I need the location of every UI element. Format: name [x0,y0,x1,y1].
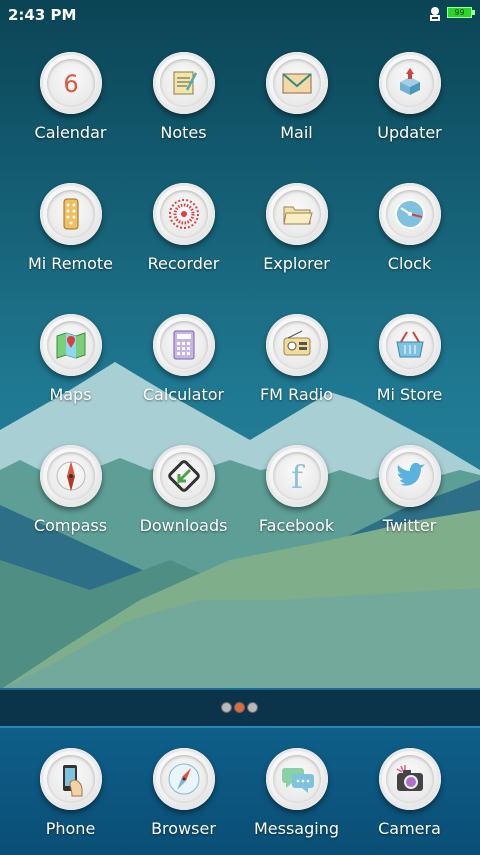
calendar-icon: 6 [39,52,102,114]
notes-icon [152,52,215,114]
battery-icon: 99 [447,7,475,18]
app-label: Clock [387,254,432,273]
app-calendar[interactable]: 6 Calendar [14,52,127,142]
svg-text:f: f [291,458,305,495]
app-label: Recorder [147,254,220,273]
app-label: FM Radio [259,385,334,404]
app-label: Mi Store [376,385,443,404]
app-label: Maps [49,385,92,404]
app-twitter[interactable]: Twitter [353,445,466,535]
page-dot[interactable] [247,702,258,713]
facebook-icon: f [265,445,328,507]
camera-icon [378,748,441,810]
folder-icon [265,183,328,245]
svg-text:6: 6 [63,70,78,98]
messaging-icon [265,748,328,810]
page-indicator-bar [0,688,480,726]
app-label: Twitter [382,516,437,535]
app-compass[interactable]: Compass [14,445,127,535]
app-fm-radio[interactable]: FM Radio [240,314,353,404]
clock-icon [378,183,441,245]
dock-app-browser[interactable]: Browser [127,748,240,838]
app-calculator[interactable]: Calculator [127,314,240,404]
updater-icon [378,52,441,114]
app-label: Notes [160,123,207,142]
battery-level: 99 [454,8,465,17]
status-time: 2:43 PM [8,6,77,24]
mail-icon [265,52,328,114]
app-mi-store[interactable]: Mi Store [353,314,466,404]
calculator-icon [152,314,215,376]
browser-icon [152,748,215,810]
sim-icon [430,7,440,21]
app-label: Facebook [258,516,335,535]
app-label: Camera [378,819,441,838]
dock-app-phone[interactable]: Phone [14,748,127,838]
radio-icon [265,314,328,376]
app-label: Calendar [34,123,107,142]
app-label: Downloads [139,516,228,535]
dock: Phone Browser Messaging Camera [0,726,480,855]
app-label: Messaging [253,819,340,838]
app-label: Explorer [263,254,330,273]
app-label: Phone [45,819,96,838]
app-label: Mi Remote [27,254,114,273]
basket-icon [378,314,441,376]
recorder-icon [152,183,215,245]
dock-app-camera[interactable]: Camera [353,748,466,838]
compass-icon [39,445,102,507]
phone-icon [39,748,102,810]
app-updater[interactable]: Updater [353,52,466,142]
app-label: Browser [151,819,216,838]
app-label: Updater [377,123,442,142]
app-notes[interactable]: Notes [127,52,240,142]
app-label: Compass [33,516,108,535]
map-icon [39,314,102,376]
app-clock[interactable]: Clock [353,183,466,273]
app-mail[interactable]: Mail [240,52,353,142]
page-dot-active[interactable] [234,702,245,713]
app-downloads[interactable]: Downloads [127,445,240,535]
app-maps[interactable]: Maps [14,314,127,404]
app-mi-remote[interactable]: Mi Remote [14,183,127,273]
app-recorder[interactable]: Recorder [127,183,240,273]
app-explorer[interactable]: Explorer [240,183,353,273]
dock-app-messaging[interactable]: Messaging [240,748,353,838]
app-label: Mail [280,123,313,142]
app-label: Calculator [142,385,225,404]
page-dot[interactable] [221,702,232,713]
app-facebook[interactable]: f Facebook [240,445,353,535]
twitter-icon [378,445,441,507]
status-bar: 2:43 PM 99 [0,0,480,28]
remote-icon [39,183,102,245]
download-icon [152,445,215,507]
